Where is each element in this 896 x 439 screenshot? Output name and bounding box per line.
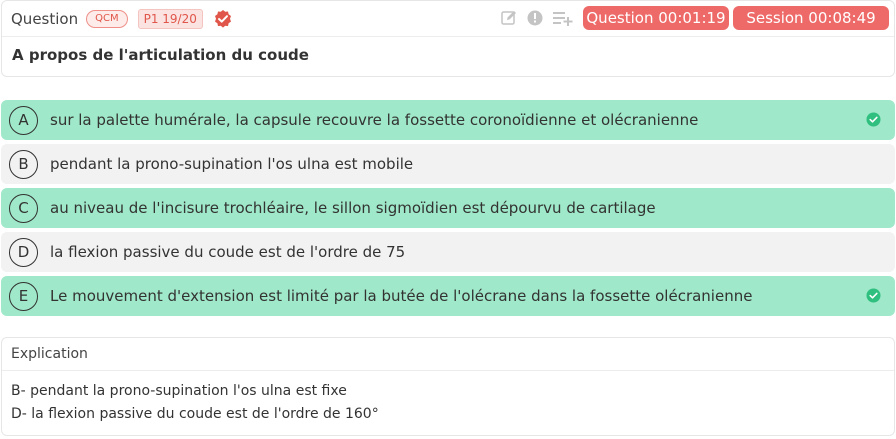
info-icon[interactable]	[526, 9, 544, 27]
explanation-card: Explication B- pendant la prono-supinati…	[1, 337, 895, 436]
check-circle-icon	[866, 288, 881, 303]
answer-option-e[interactable]: E Le mouvement d'extension est limité pa…	[1, 276, 895, 316]
question-type-badge: QCM	[86, 9, 128, 28]
question-timer: Question 00:01:19	[583, 6, 729, 30]
question-label: Question	[11, 9, 79, 28]
session-timer: Session 00:08:49	[733, 6, 889, 30]
page-badge: P1 19/20	[137, 8, 203, 29]
explanation-line: D- la flexion passive du coude est de l'…	[11, 406, 379, 422]
add-to-list-icon[interactable]	[552, 9, 574, 27]
answer-text: pendant la prono-supination l'os ulna es…	[50, 155, 414, 173]
question-title: A propos de l'articulation du coude	[12, 46, 309, 64]
answer-option-c[interactable]: C au niveau de l'incisure trochléaire, l…	[1, 188, 895, 228]
answer-text: sur la palette humérale, la capsule reco…	[50, 111, 699, 129]
answer-letter: A	[9, 105, 38, 135]
answer-text: la flexion passive du coude est de l'ord…	[50, 243, 406, 261]
answer-text: Le mouvement d'extension est limité par …	[50, 287, 753, 305]
question-header: Question QCM P1 19/20 Question 00:01:19 …	[2, 1, 894, 37]
explanation-line: B- pendant la prono-supination l'os ulna…	[11, 383, 347, 399]
explanation-title: Explication	[2, 338, 894, 371]
question-card: Question QCM P1 19/20 Question 00:01:19 …	[1, 0, 895, 77]
explanation-body: B- pendant la prono-supination l'os ulna…	[2, 371, 894, 435]
edit-icon[interactable]	[500, 9, 518, 27]
answer-letter: D	[9, 237, 38, 267]
answer-option-b[interactable]: B pendant la prono-supination l'os ulna …	[1, 144, 895, 184]
check-circle-icon	[866, 112, 881, 127]
verified-badge-icon	[213, 9, 233, 29]
toolbar-icons	[500, 9, 582, 27]
answer-letter: B	[9, 149, 38, 179]
answer-letter: C	[9, 193, 38, 223]
answer-text: au niveau de l'incisure trochléaire, le …	[50, 199, 656, 217]
answer-option-d[interactable]: D la flexion passive du coude est de l'o…	[1, 232, 895, 272]
answer-option-a[interactable]: A sur la palette humérale, la capsule re…	[1, 100, 895, 140]
answer-letter: E	[9, 281, 38, 311]
